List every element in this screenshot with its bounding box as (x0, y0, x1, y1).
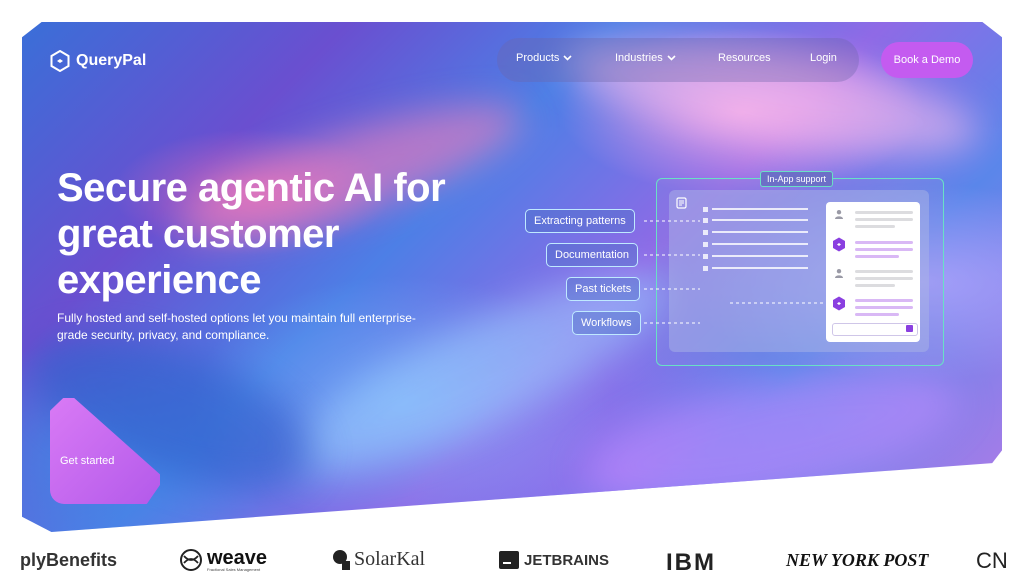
solarkal-mark-icon (333, 549, 350, 570)
logo-weave-text: weave (207, 547, 268, 569)
logo-cn-text: CN (976, 548, 1008, 573)
logo-solarkal-text: SolarKal (354, 548, 426, 570)
logo-new-york-post: NEW YORK POST (786, 550, 928, 571)
tag-documentation: Documentation (546, 243, 638, 267)
logo-ibm: IBM (666, 549, 716, 577)
logo-ibm-text: IBM (666, 549, 716, 576)
tag-extracting-patterns: Extracting patterns (525, 209, 635, 233)
tag-workflows: Workflows (572, 311, 641, 335)
logo-cn: CN (976, 548, 1008, 574)
logo-solarkal: SolarKal (331, 548, 425, 571)
logo-weave-tagline: Fractional Sales Management (207, 567, 261, 572)
logo-jetbrains-text: JETBRAINS (524, 551, 610, 569)
logo-plybenefits: plyBenefits (20, 550, 117, 571)
customer-logos: plyBenefits weave Fractional Sales Manag… (0, 548, 1024, 576)
logo-plybenefits-text: plyBenefits (20, 550, 118, 570)
jetbrains-mark-icon (499, 551, 519, 569)
logo-jetbrains: JETBRAINS (498, 550, 609, 570)
logo-weave: weave Fractional Sales Management (178, 548, 267, 572)
tag-past-tickets: Past tickets (566, 277, 641, 301)
connector-lines (644, 220, 826, 324)
logo-new-york-post-text: NEW YORK POST (786, 550, 929, 570)
weave-mark-icon (180, 549, 202, 571)
